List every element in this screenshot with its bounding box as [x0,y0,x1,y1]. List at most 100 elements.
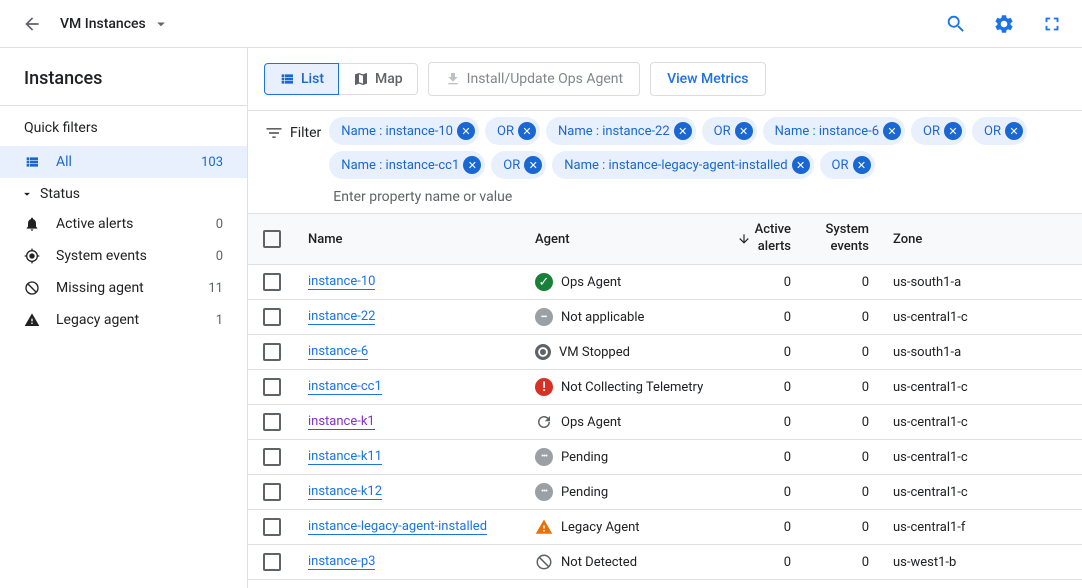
alerts-count: 0 [721,446,803,469]
filter-count: 11 [208,281,223,296]
events-count: 0 [803,376,881,399]
chip-remove[interactable]: ✕ [853,156,871,174]
chip-text: Name : instance-cc1 [341,158,459,173]
sidebar: Instances Quick filters All 103 Status A… [0,48,248,588]
pending-icon: ••• [535,483,553,501]
filter-active-alerts[interactable]: Active alerts 0 [0,208,247,240]
row-checkbox[interactable] [263,343,281,361]
events-count: 0 [803,271,881,294]
view-metrics-button[interactable]: View Metrics [650,62,765,96]
row-checkbox[interactable] [263,448,281,466]
filter-missing-agent[interactable]: Missing agent 11 [0,272,247,304]
error-icon: ! [535,378,553,396]
row-checkbox[interactable] [263,518,281,536]
caret-down-icon [152,15,170,33]
install-label: Install/Update Ops Agent [467,71,623,87]
instance-link[interactable]: instance-legacy-agent-installed [308,519,487,535]
search-button[interactable] [938,6,974,42]
alerts-count: 0 [721,481,803,504]
instance-link[interactable]: instance-cc1 [308,379,382,395]
instance-link[interactable]: instance-22 [308,309,375,325]
table-row: instance-22 −Not applicable 0 0 us-centr… [248,300,1082,335]
row-checkbox[interactable] [263,483,281,501]
agent-status: Pending [561,450,608,465]
zone: us-central1-c [881,411,1026,434]
filter-system-events[interactable]: System events 0 [0,240,247,272]
col-alerts[interactable]: Active alerts [721,214,803,264]
filter-chip[interactable]: Name : instance-10 ✕ [329,117,479,145]
zone: us-west1-b [881,551,1026,574]
select-all-checkbox[interactable] [263,230,281,248]
filter-chip[interactable]: Name : instance-cc1 ✕ [329,151,485,179]
chip-remove[interactable]: ✕ [1005,122,1023,140]
filter-chip[interactable]: OR ✕ [820,151,875,179]
row-checkbox[interactable] [263,413,281,431]
chip-remove[interactable]: ✕ [944,122,962,140]
settings-button[interactable] [986,6,1022,42]
chip-remove[interactable]: ✕ [735,122,753,140]
filter-chip[interactable]: OR✕ [972,117,1027,145]
row-checkbox[interactable] [263,308,281,326]
filter-chip[interactable]: OR✕ [491,151,546,179]
agent-status: Ops Agent [561,275,621,290]
col-events[interactable]: System events [803,214,881,264]
chip-remove[interactable]: ✕ [463,156,481,174]
chip-remove[interactable]: ✕ [457,122,475,140]
filter-chip[interactable]: Name : instance-legacy-agent-installed✕ [552,151,813,179]
filter-chip[interactable]: OR✕ [485,117,540,145]
instance-link[interactable]: instance-6 [308,344,368,360]
chip-remove[interactable]: ✕ [883,122,901,140]
instance-link[interactable]: instance-10 [308,274,375,290]
filter-chip[interactable]: Name : instance-6✕ [763,117,905,145]
missing-icon [24,280,40,296]
warning-icon [24,312,40,328]
filter-count: 1 [216,313,223,328]
filter-input[interactable]: Enter property name or value [329,185,1066,209]
row-checkbox[interactable] [263,553,281,571]
table-row: instance-6 VM Stopped 0 0 us-south1-a [248,335,1082,370]
chip-text: OR [923,124,940,139]
table-row: instance-p3 Not Detected 0 0 us-west1-b [248,545,1082,580]
gears-icon [24,248,40,264]
tab-map[interactable]: Map [339,63,418,95]
refresh-icon [535,413,553,431]
tab-list[interactable]: List [264,63,339,95]
filter-all[interactable]: All 103 [0,146,247,178]
filter-label: Missing agent [56,280,144,296]
filter-chip[interactable]: OR✕ [702,117,757,145]
row-checkbox[interactable] [263,273,281,291]
zone: us-central1-c [881,481,1026,504]
back-button[interactable] [12,4,52,44]
alerts-count: 0 [721,306,803,329]
filter-label: Active alerts [56,216,133,232]
col-agent[interactable]: Agent [523,224,721,255]
chip-remove[interactable]: ✕ [674,122,692,140]
filter-legacy-agent[interactable]: Legacy agent 1 [0,304,247,336]
col-name[interactable]: Name [296,224,523,255]
check-icon: ✓ [535,273,553,291]
instance-link[interactable]: instance-k12 [308,484,382,500]
col-zone[interactable]: Zone [881,224,1026,255]
chip-remove[interactable]: ✕ [518,122,536,140]
filter-label: Filter [290,125,321,141]
filter-chip[interactable]: OR ✕ [911,117,966,145]
page-title-dropdown[interactable]: VM Instances [60,15,170,33]
table-row: instance-west2-12 !Agent Installation Fa… [248,580,1082,588]
chip-remove[interactable]: ✕ [792,156,810,174]
table-row: instance-legacy-agent-installed Legacy A… [248,510,1082,545]
agent-status: Not Collecting Telemetry [561,380,703,395]
zone: us-central1-c [881,376,1026,399]
sidebar-title: Instances [24,68,223,89]
fullscreen-button[interactable] [1034,6,1070,42]
status-group[interactable]: Status [0,178,247,208]
chip-remove[interactable]: ✕ [524,156,542,174]
instance-link[interactable]: instance-k11 [308,449,382,465]
instance-link[interactable]: instance-p3 [308,554,375,570]
chip-text: OR [832,158,849,173]
row-checkbox[interactable] [263,378,281,396]
table-row: instance-10 ✓Ops Agent 0 0 us-south1-a [248,265,1082,300]
filter-chip[interactable]: Name : instance-22✕ [546,117,696,145]
list-icon [279,71,295,87]
instance-link[interactable]: instance-k1 [308,414,375,430]
chip-text: Name : instance-10 [341,124,453,139]
